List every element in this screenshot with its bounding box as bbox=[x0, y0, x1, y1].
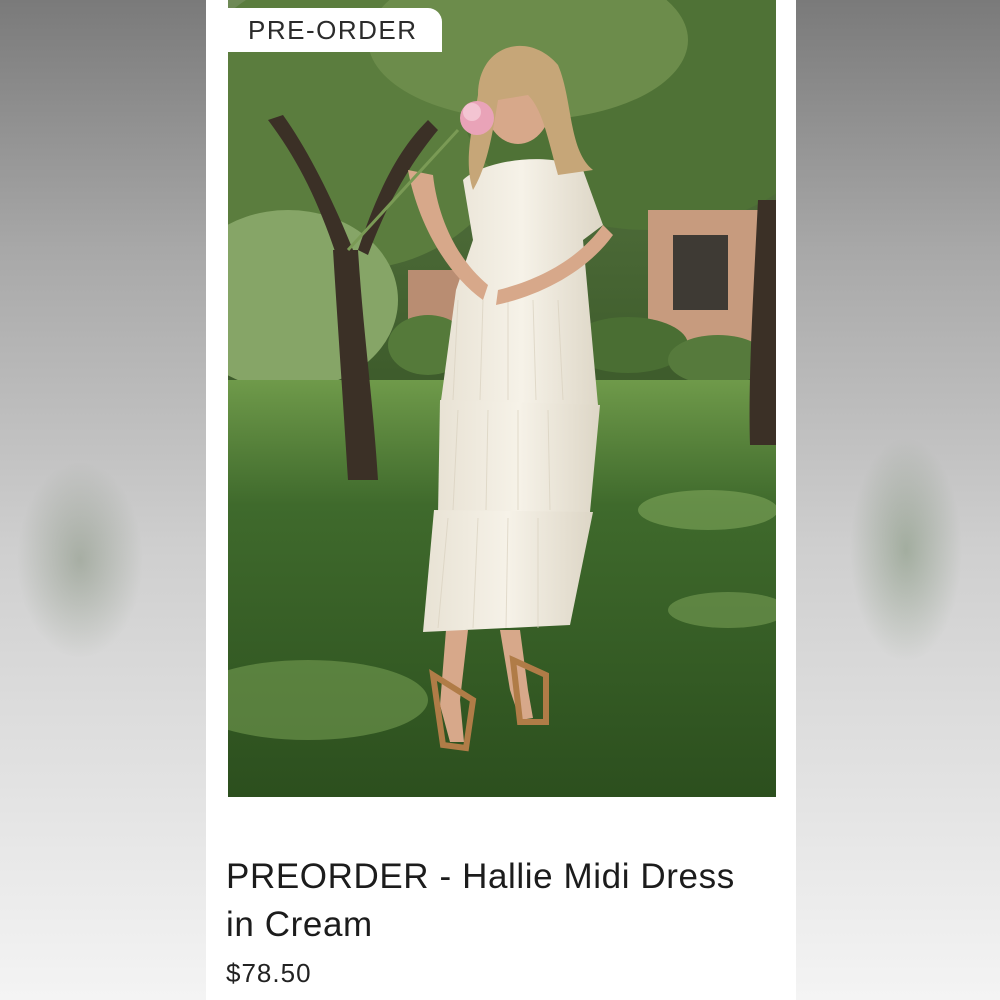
product-photo-illustration bbox=[228, 0, 776, 797]
product-card[interactable]: PRE-ORDER PREORDER - Hallie Midi Dress i… bbox=[206, 0, 796, 1000]
product-image[interactable]: PRE-ORDER bbox=[228, 0, 776, 797]
product-title[interactable]: PREORDER - Hallie Midi Dress in Cream bbox=[226, 853, 746, 949]
pre-order-badge: PRE-ORDER bbox=[228, 8, 442, 52]
product-price: $78.50 bbox=[226, 958, 312, 988]
left-blurred-background bbox=[0, 0, 206, 1000]
pre-order-badge-label: PRE-ORDER bbox=[248, 14, 418, 45]
right-blurred-background bbox=[796, 0, 1000, 1000]
